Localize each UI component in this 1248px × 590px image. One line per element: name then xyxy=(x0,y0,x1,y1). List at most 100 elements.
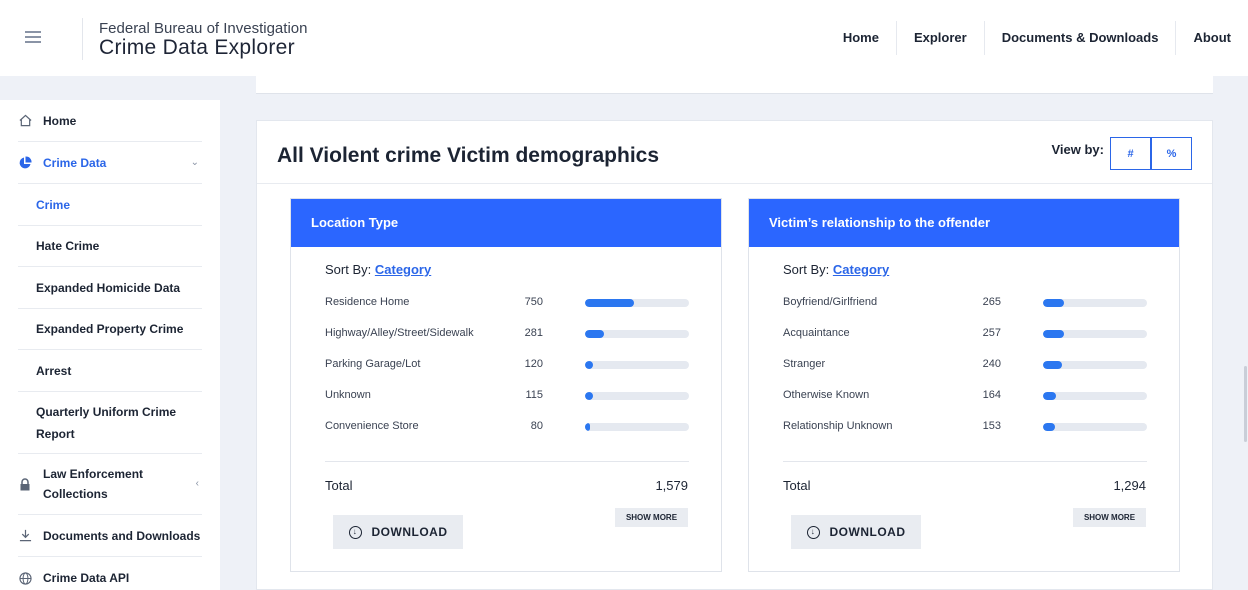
sidebar-item-expanded-property[interactable]: Expanded Property Crime xyxy=(18,309,202,350)
sidebar-item-arrest[interactable]: Arrest xyxy=(18,350,202,392)
view-by-count-button[interactable]: # xyxy=(1110,137,1151,170)
row-label: Stranger xyxy=(783,358,826,370)
row-label: Parking Garage/Lot xyxy=(325,358,421,370)
panel-title: Location Type xyxy=(291,199,721,247)
list-item: Unknown 115 xyxy=(325,389,689,405)
nav-documents-downloads[interactable]: Documents & Downloads xyxy=(983,21,1176,55)
row-value: 265 xyxy=(982,296,1001,308)
nav-about[interactable]: About xyxy=(1175,21,1248,55)
hamburger-menu-icon[interactable] xyxy=(25,31,41,43)
list-item: Stranger 240 xyxy=(783,358,1147,374)
row-label: Unknown xyxy=(325,389,371,401)
sort-by-category-link[interactable]: Category xyxy=(833,262,889,277)
top-nav: Home Explorer Documents & Downloads Abou… xyxy=(826,0,1248,76)
sidebar-item-crime-data[interactable]: Crime Data ⌄ xyxy=(18,142,202,184)
bar-track xyxy=(585,361,689,369)
pie-chart-icon xyxy=(18,155,32,170)
sidebar-item-crime[interactable]: Crime xyxy=(18,184,202,226)
list-item: Highway/Alley/Street/Sidewalk 281 xyxy=(325,327,689,343)
page-scrollbar[interactable] xyxy=(1244,366,1247,442)
sidebar-item-crime-data-api[interactable]: Crime Data API xyxy=(18,557,202,590)
bar-fill xyxy=(1043,392,1057,400)
sidebar-item-quarterly-ucr[interactable]: Quarterly Uniform Crime Report xyxy=(18,392,202,454)
lock-icon xyxy=(18,477,32,491)
list-item: Acquaintance 257 xyxy=(783,327,1147,343)
location-type-panel: Location Type Sort By: Category Residenc… xyxy=(290,198,722,572)
list-item: Boyfriend/Girlfriend 265 xyxy=(783,296,1147,312)
sidebar-item-documents-downloads[interactable]: Documents and Downloads xyxy=(18,515,202,557)
row-label: Otherwise Known xyxy=(783,389,870,401)
show-more-button[interactable]: SHOW MORE xyxy=(1073,508,1146,527)
top-header: Federal Bureau of Investigation Crime Da… xyxy=(0,0,1248,76)
total-divider xyxy=(325,461,689,462)
list-item: Relationship Unknown 153 xyxy=(783,420,1147,436)
sidebar-item-label: Quarterly Uniform Crime Report xyxy=(36,404,177,441)
show-more-button[interactable]: SHOW MORE xyxy=(615,508,688,527)
sort-by-label: Sort By: xyxy=(325,262,372,277)
victim-relationship-panel: Victim’s relationship to the offender So… xyxy=(748,198,1180,572)
bar-fill xyxy=(1043,361,1063,369)
bar-track xyxy=(1043,361,1147,369)
bar-fill xyxy=(585,423,591,431)
bar-track xyxy=(1043,423,1147,431)
row-value: 153 xyxy=(982,420,1001,432)
row-value: 240 xyxy=(982,358,1001,370)
view-by-toggle: View by: # % xyxy=(1051,137,1192,170)
list-item: Parking Garage/Lot 120 xyxy=(325,358,689,374)
bar-fill xyxy=(585,392,593,400)
sidebar-item-label: Home xyxy=(43,113,77,128)
row-value: 281 xyxy=(524,327,543,339)
nav-explorer[interactable]: Explorer xyxy=(895,21,984,55)
sidebar-item-expanded-homicide[interactable]: Expanded Homicide Data xyxy=(18,267,202,309)
sidebar: Home Crime Data ⌄ Crime Hate Crime Expan… xyxy=(0,100,220,590)
total-divider xyxy=(783,461,1147,462)
sort-by-category-link[interactable]: Category xyxy=(375,262,431,277)
row-value: 80 xyxy=(530,420,543,432)
sort-by-label: Sort By: xyxy=(783,262,830,277)
row-label: Highway/Alley/Street/Sidewalk xyxy=(325,327,474,339)
sidebar-item-law-enforcement[interactable]: Law Enforcement Collections ‹ xyxy=(18,454,202,515)
download-button[interactable]: ↓ DOWNLOAD xyxy=(333,515,463,549)
row-value: 115 xyxy=(525,389,543,401)
download-button[interactable]: ↓ DOWNLOAD xyxy=(791,515,921,549)
row-value: 750 xyxy=(524,296,543,308)
sidebar-item-home[interactable]: Home xyxy=(18,100,202,142)
org-name: Federal Bureau of Investigation xyxy=(99,20,308,37)
row-label: Residence Home xyxy=(325,296,410,308)
sidebar-item-label: Expanded Property Crime xyxy=(36,322,184,336)
chevron-down-icon: ⌄ xyxy=(190,157,199,168)
sidebar-item-hate-crime[interactable]: Hate Crime xyxy=(18,226,202,267)
download-circle-icon: ↓ xyxy=(348,525,362,539)
page-title: All Violent crime Victim demographics xyxy=(277,144,660,167)
view-by-percent-button[interactable]: % xyxy=(1151,137,1192,170)
total-label: Total xyxy=(783,478,811,493)
view-by-label: View by: xyxy=(1051,142,1104,157)
nav-home[interactable]: Home xyxy=(826,21,896,55)
bar-track xyxy=(1043,392,1147,400)
list-item: Residence Home 750 xyxy=(325,296,689,312)
card-divider xyxy=(257,183,1212,184)
list-item: Otherwise Known 164 xyxy=(783,389,1147,405)
bar-track xyxy=(585,423,689,431)
chevron-left-icon: ‹ xyxy=(195,478,199,489)
download-icon xyxy=(18,529,32,543)
bar-track xyxy=(585,330,689,338)
victim-demographics-card: All Violent crime Victim demographics Vi… xyxy=(256,120,1213,590)
sort-by: Sort By: Category xyxy=(783,262,889,277)
bar-fill xyxy=(585,361,593,369)
row-label: Relationship Unknown xyxy=(783,420,893,432)
row-value: 164 xyxy=(982,389,1001,401)
bar-track xyxy=(585,392,689,400)
app-title[interactable]: Crime Data Explorer xyxy=(99,36,295,60)
row-value: 257 xyxy=(982,327,1001,339)
sidebar-item-label: Expanded Homicide Data xyxy=(36,280,181,295)
sort-by: Sort By: Category xyxy=(325,262,431,277)
sidebar-item-label: Arrest xyxy=(36,363,72,378)
panel-title: Victim’s relationship to the offender xyxy=(749,199,1179,247)
sidebar-item-label: Crime xyxy=(36,197,71,212)
download-label: DOWNLOAD xyxy=(829,525,906,539)
bar-fill xyxy=(1043,423,1056,431)
row-label: Boyfriend/Girlfriend xyxy=(783,296,878,308)
header-divider xyxy=(82,18,83,60)
total-value: 1,294 xyxy=(1113,478,1146,493)
